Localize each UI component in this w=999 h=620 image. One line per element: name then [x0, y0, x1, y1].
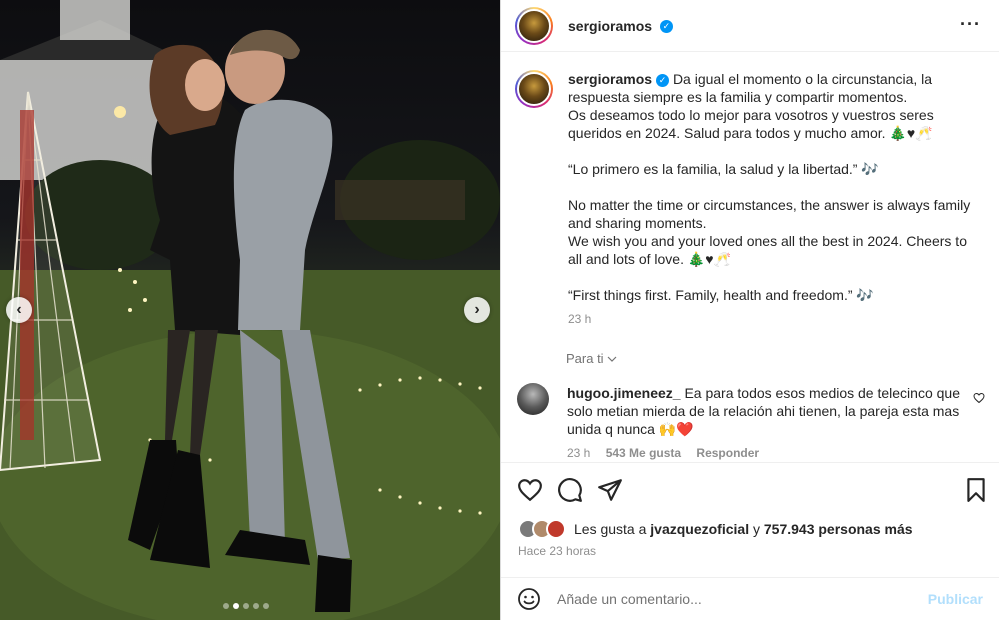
carousel-dot [223, 603, 229, 609]
comment-time[interactable]: 23 h [567, 446, 590, 460]
bookmark-icon[interactable] [963, 477, 989, 503]
post-caption: sergioramos ✓ Da igual el momento o la ci… [515, 70, 985, 328]
verified-icon: ✓ [659, 20, 673, 34]
chevron-down-icon [607, 351, 617, 366]
post-photo[interactable]: ‹ › [0, 0, 500, 620]
comment-input[interactable]: Añade un comentario... [557, 591, 928, 607]
carousel-indicator [223, 603, 269, 609]
comment-likes[interactable]: 543 Me gusta [606, 446, 681, 460]
verified-icon: ✓ [656, 73, 670, 87]
likes-count[interactable]: 757.943 personas más [764, 521, 913, 537]
previous-slide-button[interactable]: ‹ [6, 297, 32, 323]
caption-username[interactable]: sergioramos ✓ [568, 71, 670, 87]
photo-scene [0, 0, 500, 620]
comment-text-block: hugoo.jimeneez_ Ea para todos esos medio… [567, 384, 962, 438]
comment-meta: 23 h 543 Me gusta Responder [567, 444, 962, 462]
liker-username[interactable]: jvazquezoficial [650, 521, 749, 537]
translation-label: Para ti [566, 351, 604, 366]
carousel-dot-active [233, 603, 239, 609]
post-header: sergioramos ✓ ··· [501, 0, 999, 52]
heart-icon[interactable] [517, 477, 543, 503]
carousel-dot [243, 603, 249, 609]
caption-paragraph: “First things first. Family, health and … [568, 287, 874, 303]
post-date[interactable]: Hace 23 horas [518, 544, 596, 558]
liker-avatars [518, 519, 566, 539]
publish-button[interactable]: Publicar [928, 591, 983, 607]
translation-toggle[interactable]: Para ti [566, 351, 617, 366]
caption-text: sergioramos ✓ Da igual el momento o la ci… [568, 70, 973, 328]
more-options-icon[interactable]: ··· [960, 14, 981, 35]
comment-icon[interactable] [557, 477, 583, 503]
post-actions: Les gusta a jvazquezoficial y 757.943 pe… [501, 462, 999, 577]
comment-like-heart-icon[interactable] [973, 392, 985, 404]
likes-summary[interactable]: Les gusta a jvazquezoficial y 757.943 pe… [518, 519, 913, 539]
post-side-panel: sergioramos ✓ ··· sergioramos ✓ Da igual … [500, 0, 999, 620]
share-icon[interactable] [597, 477, 623, 503]
commenter-username[interactable]: hugoo.jimeneez_ [567, 385, 681, 401]
caption-paragraph: No matter the time or circumstances, the… [568, 197, 971, 267]
next-slide-button[interactable]: › [464, 297, 490, 323]
author-username[interactable]: sergioramos ✓ [568, 18, 673, 34]
comment-item: hugoo.jimeneez_ Ea para todos esos medio… [517, 383, 987, 462]
likes-prefix: Les gusta a [574, 521, 647, 537]
carousel-dot [263, 603, 269, 609]
caption-timestamp[interactable]: 23 h [568, 310, 973, 328]
carousel-dot [253, 603, 259, 609]
commenter-avatar[interactable] [517, 383, 549, 415]
add-comment-bar: Añade un comentario... Publicar [501, 577, 999, 620]
reply-button[interactable]: Responder [696, 446, 759, 460]
emoji-icon[interactable] [517, 587, 541, 611]
author-avatar[interactable] [515, 6, 553, 45]
caption-author-avatar[interactable] [515, 70, 553, 108]
likes-joiner: y [752, 521, 760, 537]
liker-avatar [546, 519, 566, 539]
caption-paragraph: “Lo primero es la familia, la salud y la… [568, 161, 879, 177]
